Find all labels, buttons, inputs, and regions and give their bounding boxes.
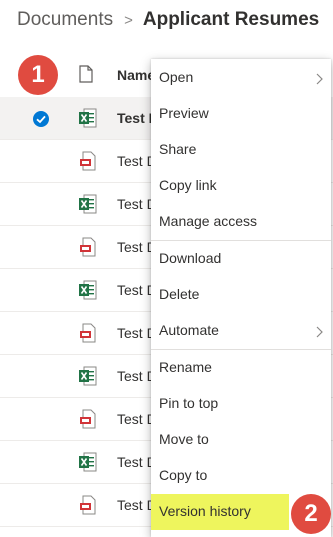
breadcrumb-current-folder: Applicant Resumes: [142, 9, 320, 30]
pdf-file-icon: [79, 323, 97, 343]
menu-item-copy-link[interactable]: Copy link: [151, 168, 331, 204]
menu-item-label: Manage access: [159, 213, 258, 229]
excel-file-icon: [79, 194, 97, 214]
menu-item-label: Version history: [159, 503, 251, 519]
menu-item-automate[interactable]: Automate: [151, 313, 331, 349]
pdf-file-icon: [79, 495, 97, 515]
menu-item-label: Copy link: [159, 177, 217, 193]
menu-item-rename[interactable]: Rename: [151, 350, 331, 386]
excel-file-icon: [79, 452, 97, 472]
menu-item-label: Download: [159, 250, 222, 266]
menu-item-preview[interactable]: Preview: [151, 96, 331, 132]
breadcrumb: Documents > Applicant Resumes: [17, 8, 319, 32]
step-1-badge: 1: [18, 55, 58, 95]
document-outline-icon[interactable]: [79, 65, 93, 83]
breadcrumb-documents-link[interactable]: Documents: [17, 9, 113, 31]
step-2-badge: 2: [291, 494, 331, 534]
excel-file-icon: [79, 108, 97, 128]
chevron-right-icon: [316, 72, 323, 85]
menu-item-label: Copy to: [159, 467, 208, 483]
menu-item-label: Open: [159, 69, 194, 85]
menu-item-label: Move to: [159, 431, 209, 447]
checkmark-icon[interactable]: [33, 111, 49, 127]
menu-item-share[interactable]: Share: [151, 132, 331, 168]
menu-item-delete[interactable]: Delete: [151, 277, 331, 313]
menu-item-label: Share: [159, 141, 197, 157]
menu-item-label: Pin to top: [159, 395, 219, 411]
menu-item-open[interactable]: Open: [151, 60, 331, 96]
excel-file-icon: [79, 280, 97, 300]
excel-file-icon: [79, 366, 97, 386]
context-menu: Open Preview Share Copy link Manage access Do…: [151, 59, 331, 537]
breadcrumb-chevron-icon: >: [124, 11, 133, 29]
menu-item-move-to[interactable]: Move to: [151, 422, 331, 458]
menu-item-label: Delete: [159, 286, 200, 302]
menu-item-label: Rename: [159, 359, 212, 375]
menu-item-copy-to[interactable]: Copy to: [151, 458, 331, 494]
menu-item-version-history[interactable]: Version history: [151, 494, 289, 530]
name-column-header[interactable]: Name: [117, 67, 155, 83]
menu-item-manage-access[interactable]: Manage access: [151, 204, 331, 240]
menu-item-pin-to-top[interactable]: Pin to top: [151, 386, 331, 422]
pdf-file-icon: [79, 237, 97, 257]
pdf-file-icon: [79, 151, 97, 171]
pdf-file-icon: [79, 409, 97, 429]
menu-item-label: Automate: [159, 322, 219, 338]
menu-divider: [151, 349, 331, 350]
menu-item-download[interactable]: Download: [151, 241, 331, 277]
menu-divider: [151, 240, 331, 241]
menu-item-label: Preview: [159, 105, 209, 121]
chevron-right-icon: [316, 325, 323, 338]
